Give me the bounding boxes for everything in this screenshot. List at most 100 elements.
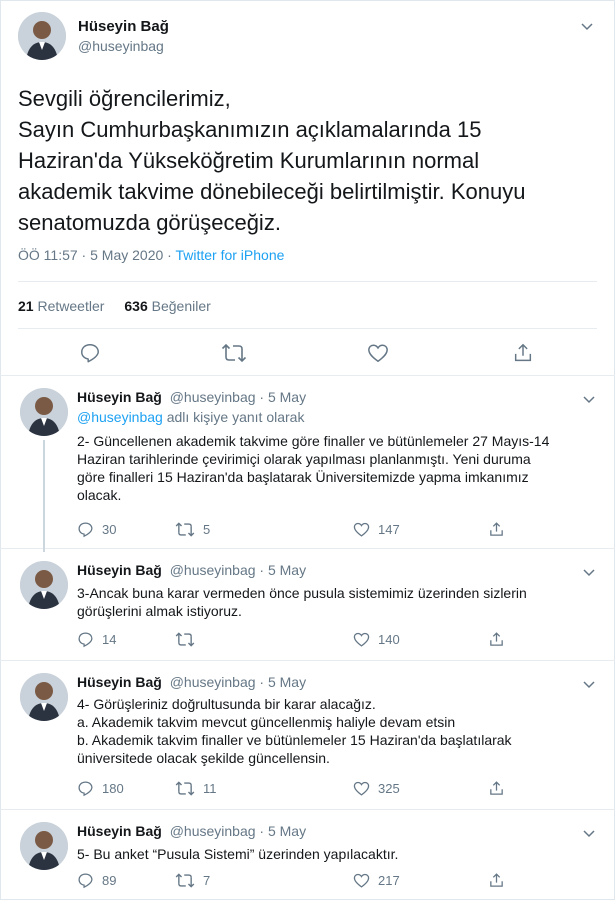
reply-text-line: görüşlerini almak istiyoruz. xyxy=(77,603,242,619)
reply-date[interactable]: · 5 May xyxy=(259,389,306,405)
reply-button[interactable]: 14 xyxy=(77,631,116,648)
retweet-count: 7 xyxy=(203,873,211,888)
like-label: Beğeniler xyxy=(151,298,211,314)
reply-text-line: üniversitede olacak şekilde güncellensin… xyxy=(77,750,330,766)
chevron-down-icon[interactable] xyxy=(583,391,595,409)
retweet-icon[interactable] xyxy=(221,342,247,369)
like-button[interactable]: 325 xyxy=(353,780,400,797)
reply-button[interactable]: 30 xyxy=(77,521,116,538)
likes-stat[interactable]: 636 Beğeniler xyxy=(124,298,210,314)
reply-date[interactable]: · 5 May xyxy=(259,674,306,690)
reply-header: Hüseyin Bağ @huseyinbag · 5 May xyxy=(77,562,306,578)
author-name[interactable]: Hüseyin Bağ xyxy=(77,674,162,690)
retweet-icon xyxy=(175,873,195,888)
reply-date[interactable]: · 5 May xyxy=(259,823,306,839)
retweet-count: 11 xyxy=(203,781,217,796)
retweet-count: 21 xyxy=(18,298,34,314)
like-count: 217 xyxy=(378,873,400,888)
tweet-text-line: Sevgili öğrencilerimiz, xyxy=(18,86,231,111)
like-button[interactable]: 140 xyxy=(353,631,400,648)
reply-icon xyxy=(78,781,93,797)
tweet-meta: ÖÖ 11:57 · 5 May 2020 · Twitter for iPho… xyxy=(18,247,284,263)
retweets-stat[interactable]: 21 Retweetler xyxy=(18,298,104,314)
like-icon[interactable] xyxy=(367,342,389,369)
reply-text-line: 5- Bu anket “Pusula Sistemi” üzerinden y… xyxy=(77,846,399,862)
author-name[interactable]: Hüseyin Bağ xyxy=(77,562,162,578)
like-count: 147 xyxy=(378,522,400,537)
divider xyxy=(18,281,597,282)
author-name[interactable]: Hüseyin Bağ xyxy=(77,823,162,839)
avatar[interactable] xyxy=(20,388,68,436)
reply-text: 4- Görüşleriniz doğrultusunda bir karar … xyxy=(77,695,597,767)
retweet-count: 5 xyxy=(203,522,211,537)
reply-icon[interactable] xyxy=(79,342,101,369)
replying-to-label: adlı kişiye yanıt olarak xyxy=(162,409,305,425)
retweet-button[interactable]: 7 xyxy=(175,872,210,889)
reply-text-line: 2- Güncellenen akademik takvime göre fin… xyxy=(77,433,550,449)
thread-line xyxy=(43,440,45,552)
share-button[interactable] xyxy=(488,780,505,797)
author-handle[interactable]: @huseyinbag xyxy=(170,389,256,405)
reply-text: 3-Ancak buna karar vermeden önce pusula … xyxy=(77,584,597,620)
reply-date[interactable]: · 5 May xyxy=(259,562,306,578)
avatar[interactable] xyxy=(18,12,66,60)
author-handle[interactable]: @huseyinbag xyxy=(170,562,256,578)
tweet-text-line: Sayın Cumhurbaşkanımızın açıklamalarında… xyxy=(18,117,482,142)
author-name[interactable]: Hüseyin Bağ xyxy=(77,389,162,405)
reply-count: 89 xyxy=(102,873,117,888)
tweet-text-line: senatomuzda görüşeceğiz. xyxy=(18,210,281,235)
reply-text: 2- Güncellenen akademik takvime göre fin… xyxy=(77,432,597,504)
timestamp[interactable]: ÖÖ 11:57 · 5 May 2020 · xyxy=(18,247,175,263)
retweet-icon xyxy=(175,522,195,537)
like-icon xyxy=(353,632,370,647)
reply-action-bar: 180 11 325 xyxy=(77,780,597,800)
reply-text-line: olacak. xyxy=(77,487,122,503)
reply-action-bar: 30 5 147 xyxy=(77,521,597,541)
like-count: 325 xyxy=(378,781,400,796)
chevron-down-icon[interactable] xyxy=(581,18,593,36)
avatar[interactable] xyxy=(20,673,68,721)
reply-text-line: 4- Görüşleriniz doğrultusunda bir karar … xyxy=(77,696,376,712)
author-handle[interactable]: @huseyinbag xyxy=(170,674,256,690)
avatar[interactable] xyxy=(20,561,68,609)
main-tweet: Hüseyin Bağ @huseyinbag Sevgili öğrencil… xyxy=(0,0,615,376)
reply-button[interactable]: 180 xyxy=(77,780,124,797)
like-icon xyxy=(353,873,370,888)
share-button[interactable] xyxy=(488,631,505,648)
like-button[interactable]: 217 xyxy=(353,872,400,889)
reply-text-line: göre finalleri 15 Haziran'da başlatarak … xyxy=(77,469,529,485)
tweet-text-line: akademik takvime dönebileceği belirtilmi… xyxy=(18,179,526,204)
retweet-button[interactable] xyxy=(175,631,203,648)
chevron-down-icon[interactable] xyxy=(583,676,595,694)
like-button[interactable]: 147 xyxy=(353,521,400,538)
reply-button[interactable]: 89 xyxy=(77,872,116,889)
author-handle[interactable]: @huseyinbag xyxy=(170,823,256,839)
reply-action-bar: 14 140 xyxy=(77,631,597,651)
chevron-down-icon[interactable] xyxy=(583,825,595,843)
replying-to-link[interactable]: @huseyinbag xyxy=(77,409,163,425)
share-icon xyxy=(490,873,503,887)
reply-tweet[interactable]: Hüseyin Bağ @huseyinbag · 5 May 3-Ancak … xyxy=(0,550,615,661)
source-link[interactable]: Twitter for iPhone xyxy=(175,247,284,263)
author-handle[interactable]: @huseyinbag xyxy=(78,38,164,54)
author-name[interactable]: Hüseyin Bağ xyxy=(78,18,169,35)
reply-action-bar: 89 7 217 xyxy=(77,872,597,892)
reply-tweet[interactable]: Hüseyin Bağ @huseyinbag · 5 May @huseyin… xyxy=(0,377,615,552)
reply-tweet[interactable]: Hüseyin Bağ @huseyinbag · 5 May 5- Bu an… xyxy=(0,811,615,899)
retweet-label: Retweetler xyxy=(37,298,105,314)
reply-tweet[interactable]: Hüseyin Bağ @huseyinbag · 5 May 4- Görüş… xyxy=(0,662,615,810)
reply-count: 30 xyxy=(102,522,117,537)
share-icon xyxy=(490,522,503,536)
share-button[interactable] xyxy=(488,521,505,538)
like-count: 140 xyxy=(378,632,400,647)
avatar[interactable] xyxy=(20,822,68,870)
reply-text: 5- Bu anket “Pusula Sistemi” üzerinden y… xyxy=(77,845,597,863)
reply-count: 14 xyxy=(102,632,117,647)
retweet-button[interactable]: 5 xyxy=(175,521,210,538)
retweet-button[interactable]: 11 xyxy=(175,780,217,797)
chevron-down-icon[interactable] xyxy=(583,564,595,582)
share-icon xyxy=(490,781,503,795)
reply-icon xyxy=(78,522,93,538)
share-button[interactable] xyxy=(488,872,505,889)
share-icon[interactable] xyxy=(512,342,534,369)
